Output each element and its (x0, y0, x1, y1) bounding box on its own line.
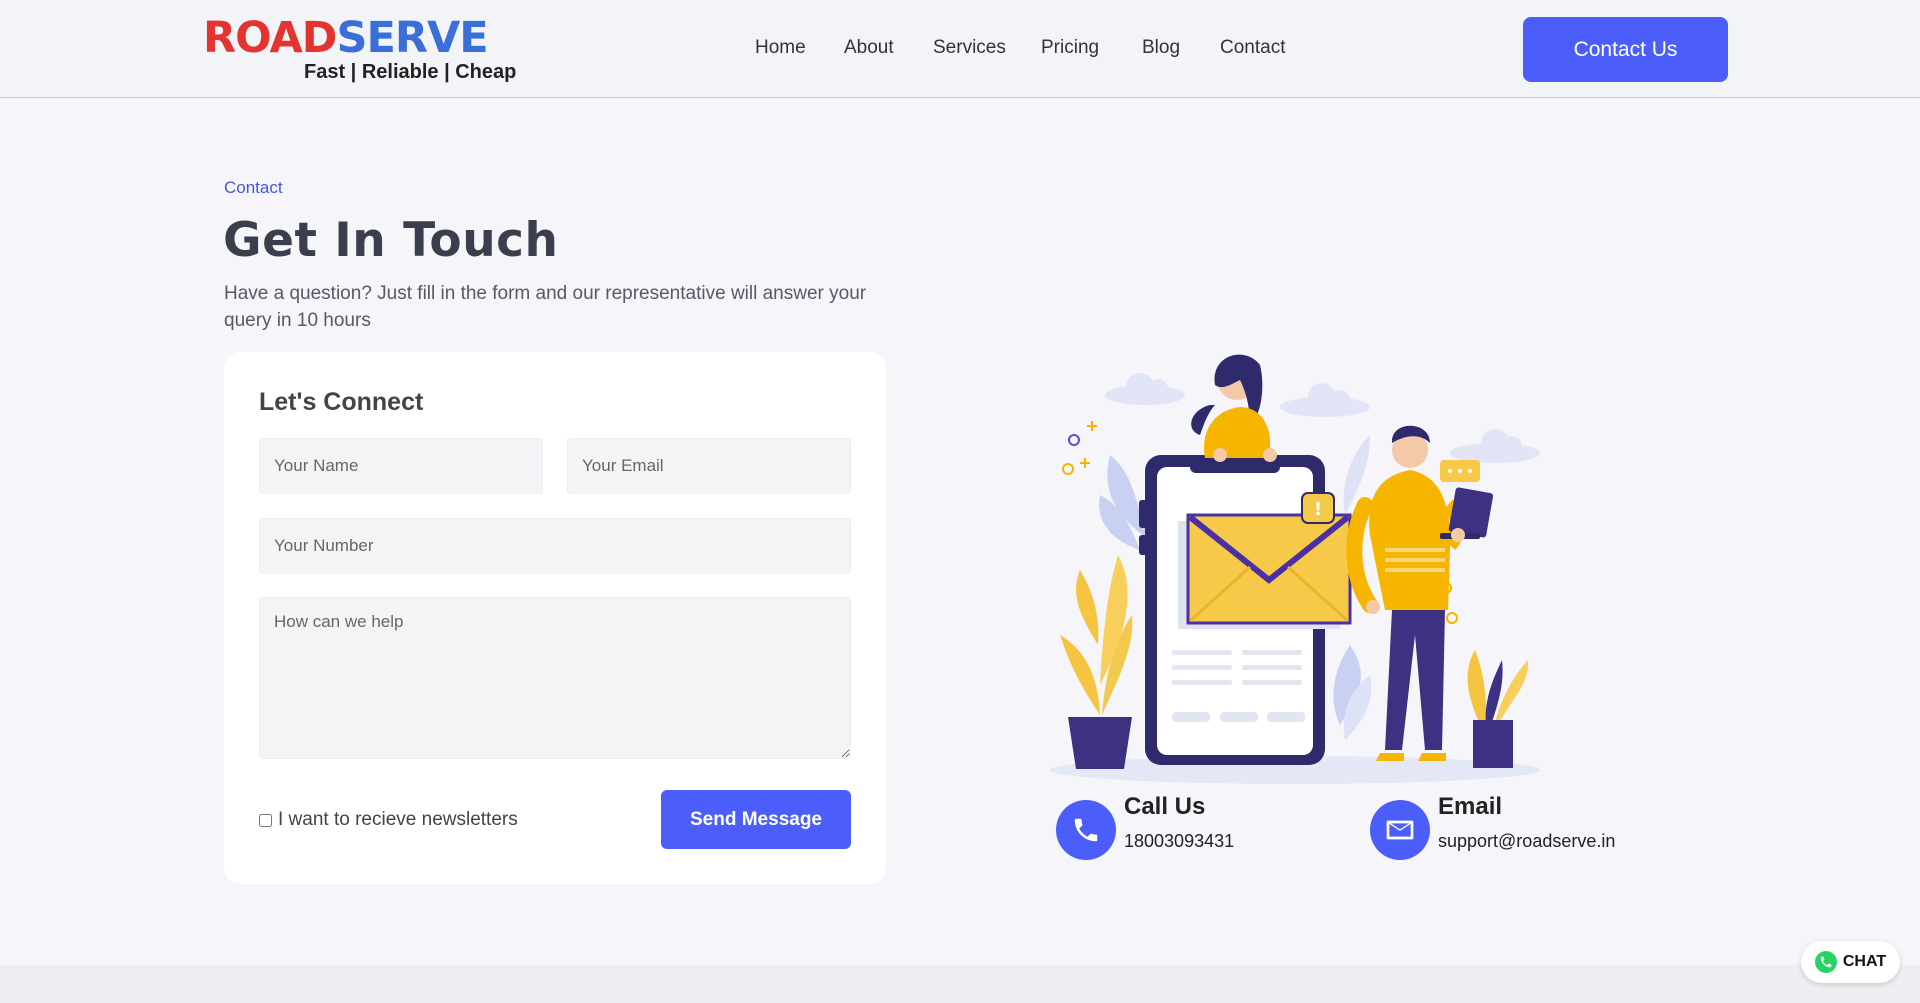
nav-link-blog[interactable]: Blog (1142, 37, 1180, 59)
logo-tagline: Fast | Reliable | Cheap (304, 61, 517, 83)
section-eyebrow: Contact (224, 178, 283, 197)
site-header: ROADSERVE Fast | Reliable | Cheap Home A… (0, 0, 1920, 98)
svg-text:!: ! (1314, 499, 1322, 520)
whatsapp-icon (1814, 951, 1837, 973)
message-textarea[interactable] (259, 597, 851, 759)
nav-link-services[interactable]: Services (933, 37, 1006, 59)
chat-widget-button[interactable]: CHAT (1801, 941, 1900, 983)
call-us-title: Call Us (1124, 793, 1206, 820)
contact-form: Let's Connect I want to recieve newslett… (224, 352, 886, 884)
email-input[interactable] (567, 438, 851, 494)
page-subtitle: Have a question? Just fill in the form a… (224, 283, 867, 331)
footer-divider-strip (0, 965, 1920, 1003)
phone-icon (1056, 800, 1116, 860)
chat-label: CHAT (1842, 953, 1887, 970)
newsletter-label: I want to recieve newsletters (278, 809, 518, 830)
site-logo[interactable]: ROADSERVE Fast | Reliable | Cheap (203, 13, 517, 83)
contact-us-button[interactable]: Contact Us (1523, 17, 1728, 82)
newsletter-option[interactable]: I want to recieve newsletters (259, 809, 518, 831)
cloud-icon (1105, 373, 1540, 463)
nav-link-about[interactable]: About (844, 37, 894, 59)
name-input[interactable] (259, 438, 543, 494)
contact-illustration: ! (1050, 354, 1540, 784)
nav-link-home[interactable]: Home (755, 37, 806, 59)
email-title: Email (1438, 793, 1503, 820)
email-address-link[interactable]: support@roadserve.in (1438, 831, 1615, 852)
phone-number-link[interactable]: 18003093431 (1124, 831, 1234, 852)
nav-link-contact[interactable]: Contact (1220, 37, 1285, 59)
send-message-button[interactable]: Send Message (661, 790, 851, 849)
logo-wordmark: ROADSERVE (203, 13, 489, 63)
form-title: Let's Connect (259, 388, 424, 416)
mail-icon (1370, 800, 1430, 860)
newsletter-checkbox[interactable] (259, 813, 272, 827)
number-input[interactable] (259, 518, 851, 574)
page-title: Get In Touch (223, 213, 559, 268)
nav-link-pricing[interactable]: Pricing (1041, 37, 1099, 59)
